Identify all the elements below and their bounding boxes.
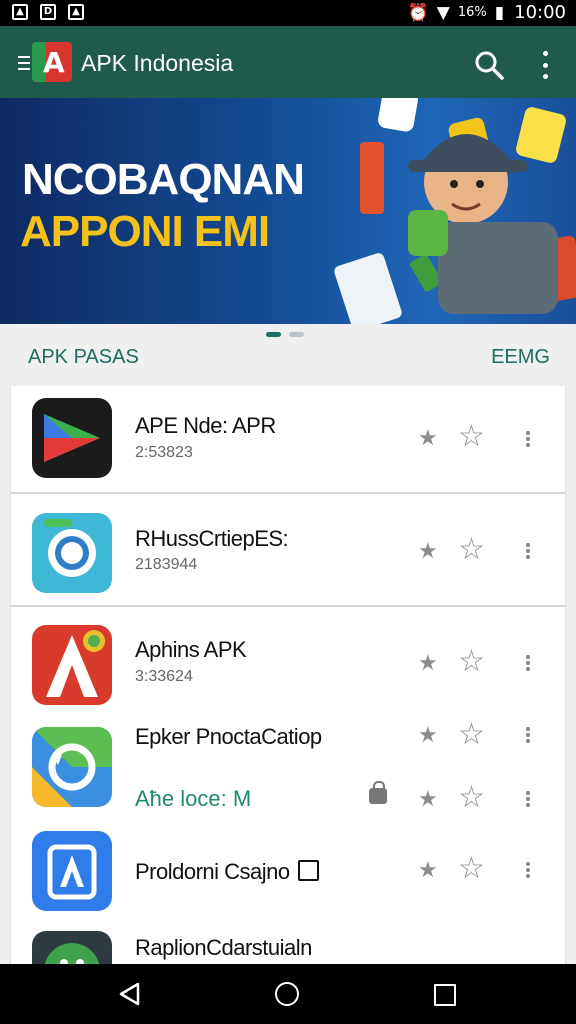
app-name[interactable]: APE Nde: APR — [135, 413, 276, 439]
row-menu-icon[interactable] — [526, 727, 530, 743]
menu-icon[interactable] — [18, 56, 30, 70]
section-action-link[interactable]: EEMG — [491, 346, 550, 369]
app-meta: Aħe loce: M — [135, 786, 252, 811]
rating-star-filled-icon: ★ — [418, 722, 438, 747]
back-icon[interactable] — [118, 982, 142, 1006]
row-menu-icon[interactable] — [526, 543, 530, 559]
favorite-star-icon[interactable]: ☆ — [458, 783, 485, 813]
image-notification-icon: ▲ — [68, 4, 84, 20]
row-menu-icon[interactable] — [526, 431, 530, 447]
letter-a-icon[interactable] — [32, 625, 112, 705]
banner-headline: NCOBAQNAN — [22, 155, 305, 204]
banner-subheadline: APPONI EMI — [20, 207, 270, 256]
carousel-indicator — [266, 332, 304, 337]
app-title: APK Indonesia — [81, 50, 234, 76]
play-triangle-icon[interactable] — [32, 398, 112, 478]
status-bar: ▲ D ▲ ⏰ ▼ 16% ▮ 10:00 — [0, 0, 576, 26]
carousel-dot[interactable] — [289, 332, 304, 337]
android-icon[interactable] — [32, 931, 112, 964]
app-meta: 2183944 — [135, 556, 198, 573]
list-divider — [11, 605, 565, 607]
row-menu-icon[interactable] — [526, 862, 530, 878]
rating-star-filled-icon: ★ — [418, 857, 438, 882]
rating-star-filled-icon: ★ — [418, 650, 438, 675]
rating-star-filled-icon: ★ — [418, 425, 438, 450]
carousel-dot-active[interactable] — [266, 332, 281, 337]
battery-icon: ▮ — [494, 2, 505, 23]
app-name[interactable]: Epker PnoctaCatiop — [135, 724, 322, 750]
clock: 10:00 — [514, 2, 566, 23]
app-logo: A — [32, 42, 72, 82]
app-name[interactable]: Proldorni Csajno — [135, 859, 319, 885]
download-notification-icon: D — [40, 4, 56, 20]
lock-icon — [369, 781, 387, 804]
navigation-bar — [0, 964, 576, 1024]
more-vert-icon[interactable] — [538, 51, 552, 79]
section-title: APK PASAS — [28, 346, 139, 368]
favorite-star-icon[interactable]: ☆ — [458, 720, 485, 750]
app-meta: 3:33624 — [135, 668, 193, 685]
favorite-star-icon[interactable]: ☆ — [458, 647, 485, 677]
app-meta: 2:53823 — [135, 444, 193, 461]
rating-star-filled-icon: ★ — [418, 538, 438, 563]
home-icon[interactable] — [275, 982, 299, 1006]
favorite-star-icon[interactable]: ☆ — [458, 422, 485, 452]
wifi-icon: ▼ — [436, 2, 450, 23]
battery-level: 16% — [457, 5, 487, 20]
app-store-icon[interactable] — [32, 831, 112, 911]
alarm-icon: ⏰ — [407, 2, 429, 23]
app-name[interactable]: Aphins APK — [135, 637, 247, 663]
gallery-notification-icon: ▲ — [12, 4, 28, 20]
favorite-star-icon[interactable]: ☆ — [458, 535, 485, 565]
gear-icon[interactable] — [32, 513, 112, 593]
rating-star-filled-icon: ★ — [418, 786, 438, 811]
search-icon[interactable] — [474, 50, 504, 80]
app-list: APE Nde: APR 2:53823 ★ ☆ RHussCrtiepES: … — [11, 386, 565, 964]
list-divider — [11, 492, 565, 494]
checkbox[interactable] — [297, 860, 319, 881]
app-name[interactable]: RaplionCdarstuialn — [135, 935, 312, 961]
row-menu-icon[interactable] — [526, 791, 530, 807]
row-menu-icon[interactable] — [526, 655, 530, 671]
promo-banner[interactable]: NCOBAQNAN APPONI EMI — [0, 98, 576, 324]
refresh-icon[interactable] — [32, 727, 112, 807]
recent-apps-icon[interactable] — [434, 984, 456, 1006]
favorite-star-icon[interactable]: ☆ — [458, 854, 485, 884]
app-name[interactable]: RHussCrtiepES: — [135, 526, 289, 552]
app-bar: A APK Indonesia — [0, 26, 576, 98]
